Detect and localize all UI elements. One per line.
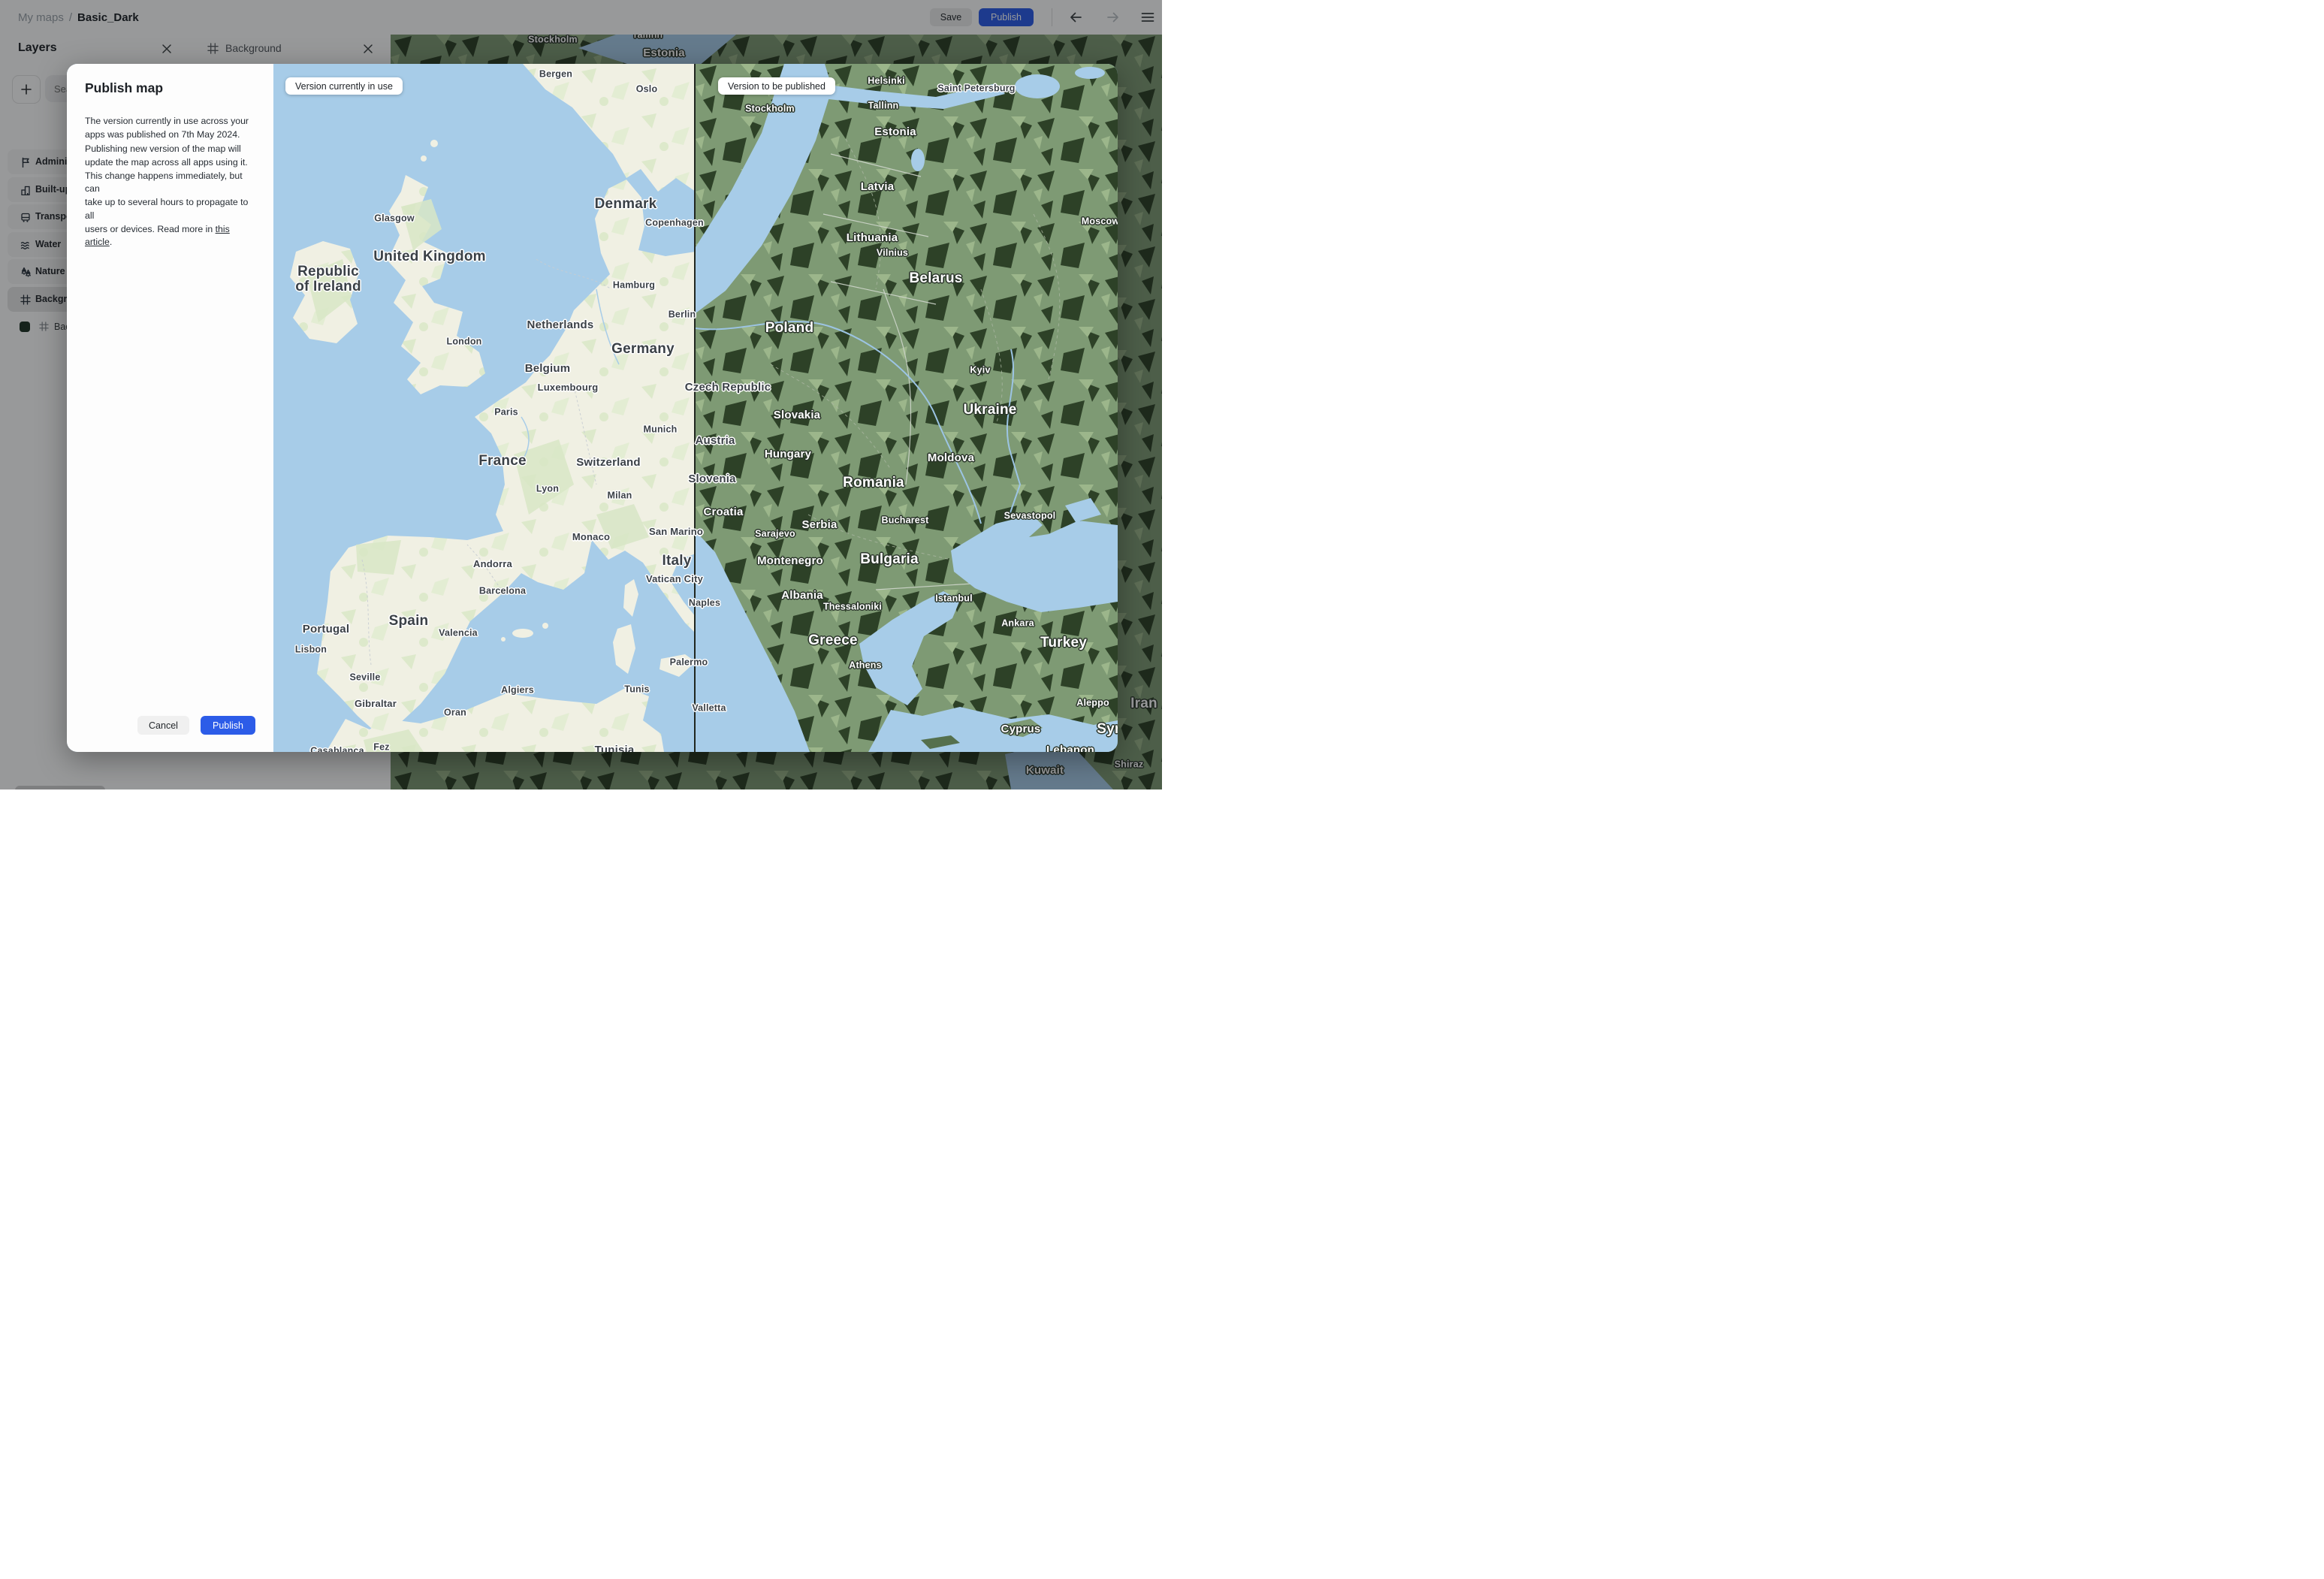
dialog-paragraph-2-text: Publishing new version of the map will u…: [85, 143, 249, 234]
dialog-paragraph-2-period: .: [109, 237, 113, 248]
cancel-button[interactable]: Cancel: [137, 716, 189, 735]
publish-map-modal: Publish map The version currently in use…: [67, 64, 1118, 752]
map-pane-current-version[interactable]: [273, 64, 696, 752]
current-version-badge: Version currently in use: [285, 77, 403, 95]
dialog-paragraph-2: Publishing new version of the map will u…: [85, 143, 259, 249]
dialog-paragraph-1: The version currently in use across your…: [85, 116, 249, 140]
map-pane-new-version[interactable]: [696, 64, 1118, 752]
compare-split-divider[interactable]: [694, 64, 696, 752]
app-window: My maps / Basic_Dark Save Publish Layers…: [0, 0, 1162, 790]
dialog-title: Publish map: [85, 80, 164, 95]
publish-button-dialog[interactable]: Publish: [201, 716, 255, 735]
publish-dialog: Publish map The version currently in use…: [67, 64, 273, 752]
new-version-badge: Version to be published: [718, 77, 835, 95]
version-compare-area[interactable]: Bergen Oslo Glasgow United Kingdom Republic …: [273, 64, 1118, 752]
